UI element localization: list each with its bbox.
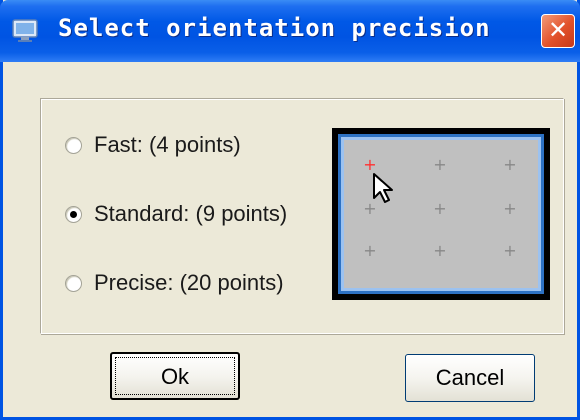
radio-selected-dot [70,210,77,218]
ok-button[interactable]: Ok [110,352,240,400]
calibration-point: + [503,199,516,218]
close-button[interactable]: ✕ [541,14,575,48]
arrow-cursor-icon [373,173,393,203]
cancel-button-label: Cancel [435,365,505,390]
radio-precise[interactable] [65,274,82,292]
ok-button-label: Ok [160,364,190,389]
calibration-preview: + + + + + + + + + [332,128,550,300]
calibration-point: + [433,155,446,174]
radio-standard[interactable] [65,205,82,223]
window-title: Select orientation precision [58,14,491,42]
calibration-point: + [363,199,376,218]
preview-grid: + + + + + + + + + [363,155,516,260]
calibration-point: + [503,241,516,260]
close-icon: ✕ [547,16,569,44]
calibration-point: + [503,155,516,174]
option-standard-label[interactable]: Standard: (9 points) [94,201,287,227]
title-bar[interactable]: Select orientation precision ✕ [0,0,580,62]
dialog-window: Select orientation precision ✕ Fast: (4 … [0,0,580,420]
monitor-icon [12,19,38,42]
radio-fast[interactable] [65,136,82,154]
calibration-point: + [433,241,446,260]
option-fast[interactable]: Fast: (4 points) [65,128,241,162]
calibration-point: + [363,241,376,260]
calibration-point: + [363,155,376,174]
option-precise-label[interactable]: Precise: (20 points) [94,270,284,296]
calibration-point: + [433,199,446,218]
option-fast-label[interactable]: Fast: (4 points) [94,132,241,158]
cancel-button[interactable]: Cancel [405,354,535,402]
option-standard[interactable]: Standard: (9 points) [65,197,287,231]
option-precise[interactable]: Precise: (20 points) [65,266,284,300]
